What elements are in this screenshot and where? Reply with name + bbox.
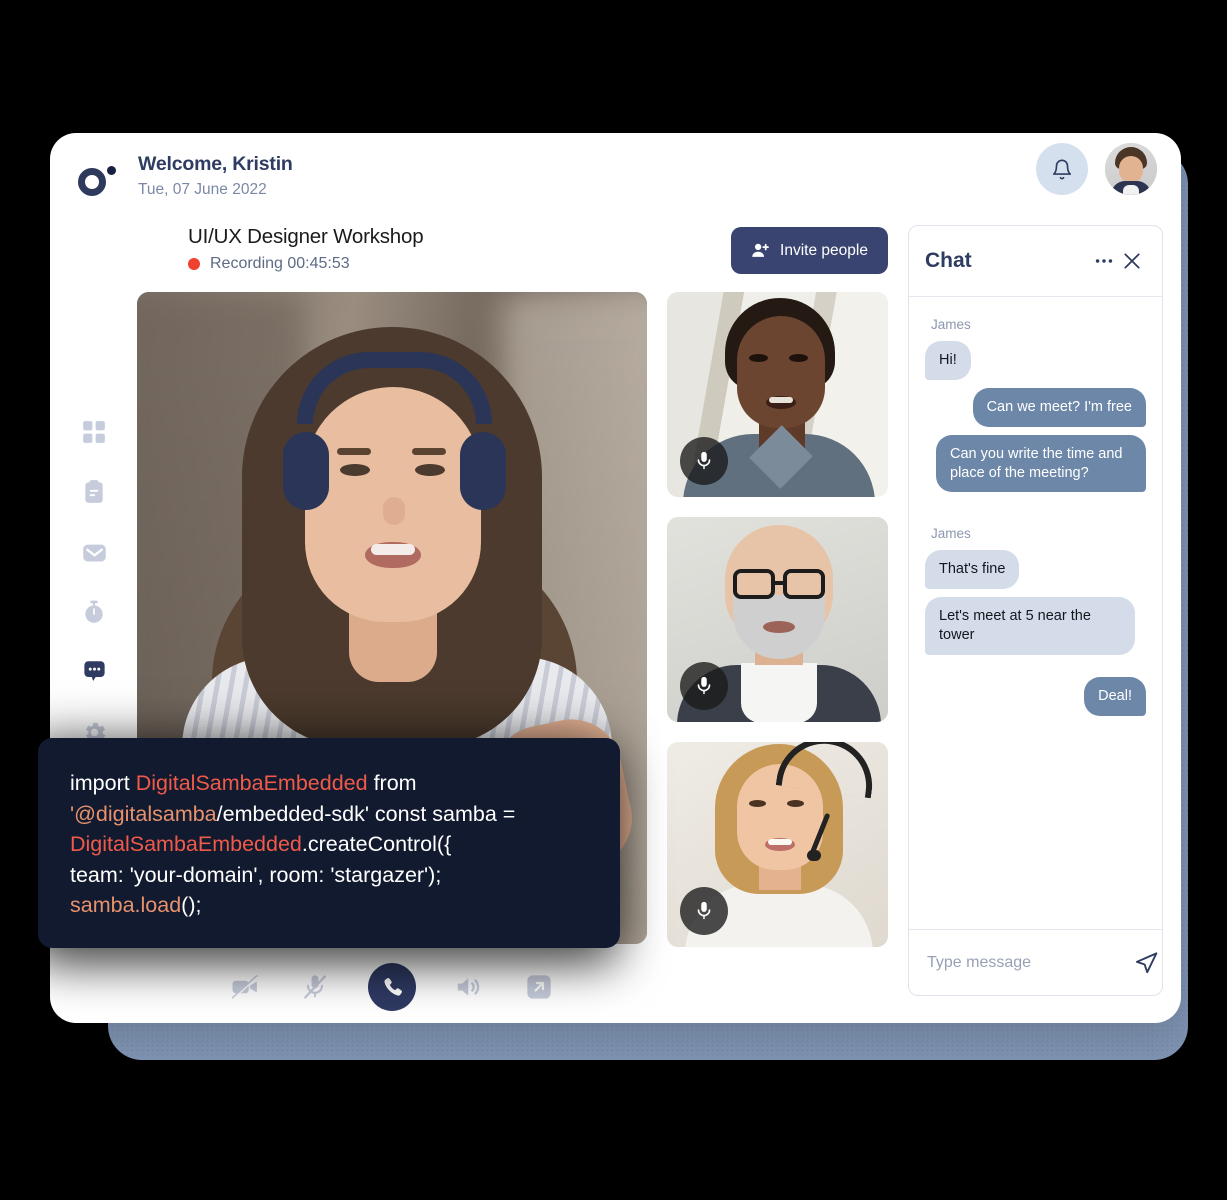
clipboard-icon bbox=[85, 480, 103, 503]
call-controls bbox=[137, 958, 647, 1016]
chat-bubble: Let's meet at 5 near the tower bbox=[925, 597, 1135, 655]
message-group: James Hi! Can we meet? I'm free Can you … bbox=[925, 317, 1146, 493]
camera-toggle-button[interactable] bbox=[228, 970, 262, 1004]
grid-icon bbox=[83, 421, 105, 443]
recording-dot-icon bbox=[188, 258, 200, 270]
chat-messages: James Hi! Can we meet? I'm free Can you … bbox=[909, 297, 1162, 929]
sidebar-item-mail[interactable] bbox=[77, 535, 111, 569]
participant-tile[interactable] bbox=[667, 292, 888, 497]
sidebar-item-dashboard[interactable] bbox=[77, 415, 111, 449]
close-icon bbox=[1124, 253, 1140, 269]
chat-bubble: Can we meet? I'm free bbox=[972, 387, 1146, 427]
participant-mic-toggle[interactable] bbox=[680, 887, 728, 935]
sidebar-item-tasks[interactable] bbox=[77, 475, 111, 509]
notifications-button[interactable] bbox=[1036, 143, 1088, 195]
speaker-button[interactable] bbox=[452, 970, 486, 1004]
code-snippet-text: import DigitalSambaEmbedded from '@digit… bbox=[70, 771, 516, 918]
chat-bubble: Hi! bbox=[925, 341, 971, 380]
phone-icon bbox=[383, 977, 402, 996]
add-person-icon bbox=[752, 243, 769, 257]
recording-label: Recording 00:45:53 bbox=[210, 255, 350, 272]
message-row: That's fine bbox=[925, 550, 1146, 590]
message-author: James bbox=[931, 317, 971, 332]
participant-tile[interactable] bbox=[667, 742, 888, 947]
participant-mic-toggle[interactable] bbox=[680, 662, 728, 710]
chat-panel: Chat James Hi! Can we meet? I'm free Can… bbox=[908, 225, 1163, 996]
welcome-title: Welcome, Kristin bbox=[138, 153, 293, 175]
code-snippet-overlay: import DigitalSambaEmbedded from '@digit… bbox=[38, 738, 620, 948]
participant-tile[interactable] bbox=[667, 517, 888, 722]
speaker-icon bbox=[457, 978, 480, 996]
message-row: Deal! bbox=[925, 676, 1146, 716]
chat-bubble: That's fine bbox=[925, 550, 1020, 590]
sidebar-item-chat[interactable] bbox=[77, 655, 111, 689]
meeting-title: UI/UX Designer Workshop bbox=[188, 225, 424, 248]
microphone-off-icon bbox=[304, 975, 326, 999]
invite-people-button[interactable]: Invite people bbox=[731, 227, 888, 274]
chat-more-button[interactable] bbox=[1090, 247, 1118, 275]
chat-close-button[interactable] bbox=[1118, 247, 1146, 275]
samba-logo-icon bbox=[78, 162, 118, 196]
avatar[interactable] bbox=[1105, 143, 1157, 195]
app-header: Welcome, Kristin Tue, 07 June 2022 bbox=[50, 133, 1181, 215]
camera-off-icon bbox=[232, 975, 259, 999]
message-author: James bbox=[931, 526, 971, 542]
sidebar-item-timer[interactable] bbox=[77, 595, 111, 629]
send-icon bbox=[1135, 952, 1158, 974]
end-call-button[interactable] bbox=[368, 963, 416, 1011]
expand-button[interactable] bbox=[522, 970, 556, 1004]
microphone-icon bbox=[697, 451, 711, 470]
ellipsis-icon bbox=[1095, 259, 1113, 263]
chat-bubble: Deal! bbox=[1084, 676, 1146, 716]
arrow-expand-icon bbox=[527, 975, 551, 999]
chat-bubble: Can you write the time and place of the … bbox=[936, 434, 1146, 493]
screenshot-root: Welcome, Kristin Tue, 07 June 2022 UI/UX… bbox=[0, 0, 1227, 1200]
chat-title: Chat bbox=[925, 249, 972, 272]
timer-icon bbox=[85, 600, 103, 623]
participant-mic-toggle[interactable] bbox=[680, 437, 728, 485]
microphone-icon bbox=[697, 676, 711, 695]
bell-icon bbox=[1052, 159, 1072, 179]
chat-bubble-icon bbox=[83, 660, 105, 681]
message-input[interactable] bbox=[927, 953, 1134, 972]
envelope-icon bbox=[82, 544, 106, 561]
message-group: James That's fine Let's meet at 5 near t… bbox=[925, 526, 1146, 716]
invite-people-label: Invite people bbox=[780, 241, 868, 259]
chat-input-area bbox=[909, 929, 1162, 995]
message-row: Let's meet at 5 near the tower bbox=[925, 597, 1146, 655]
message-row: Can you write the time and place of the … bbox=[925, 434, 1146, 493]
microphone-icon bbox=[697, 901, 711, 920]
microphone-toggle-button[interactable] bbox=[298, 970, 332, 1004]
send-message-button[interactable] bbox=[1134, 946, 1159, 980]
current-date: Tue, 07 June 2022 bbox=[138, 181, 267, 198]
recording-status: Recording 00:45:53 bbox=[188, 255, 350, 273]
message-row: Can we meet? I'm free bbox=[925, 387, 1146, 427]
message-row: Hi! bbox=[925, 341, 1146, 380]
chat-header: Chat bbox=[909, 226, 1162, 297]
